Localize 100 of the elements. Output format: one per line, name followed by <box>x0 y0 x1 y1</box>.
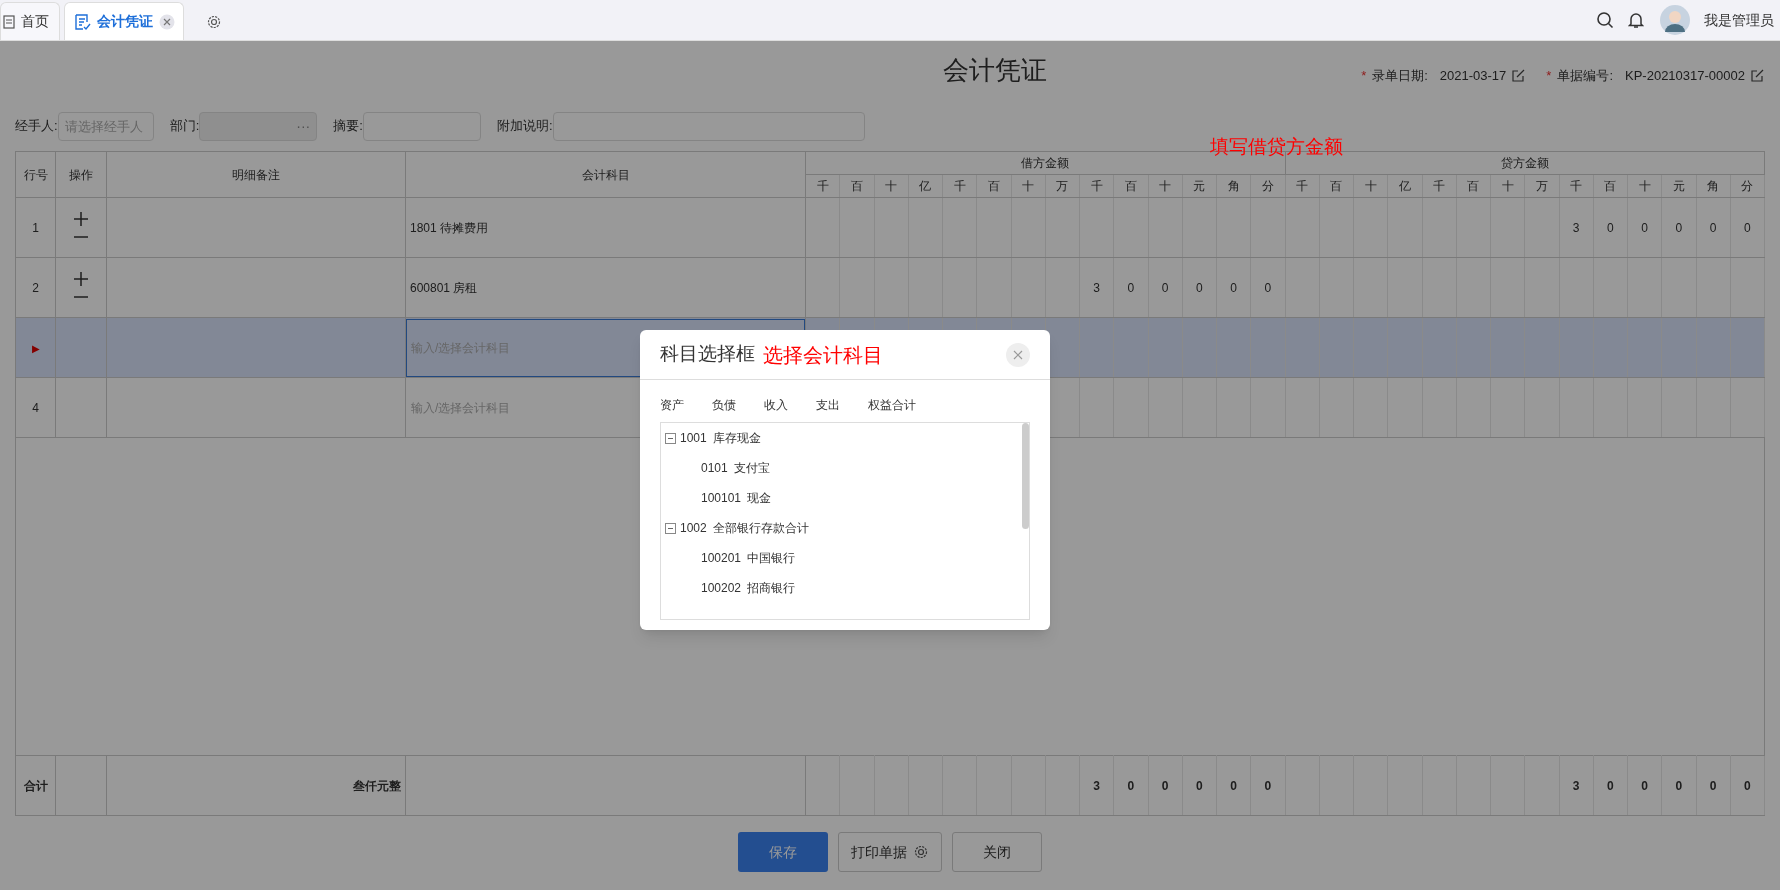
digit: 0 <box>1127 778 1135 793</box>
digit: 3 <box>1093 280 1100 295</box>
dialog-tab[interactable]: 收入 <box>764 396 788 414</box>
column-header: 十 <box>1148 174 1183 198</box>
column-header: 元 <box>1182 174 1217 198</box>
edit-button[interactable] <box>1751 68 1765 83</box>
column-header: 百 <box>839 174 874 198</box>
column-header: 十 <box>1353 174 1388 198</box>
digit: 3 <box>1572 220 1580 235</box>
field-label: 经手人: <box>15 117 58 136</box>
digit: 3 <box>1572 778 1580 793</box>
field-label: 单据编号: <box>1557 67 1613 85</box>
column-header: 万 <box>1524 174 1559 198</box>
avatar-icon <box>1660 5 1690 35</box>
column-header: 千 <box>1079 174 1114 198</box>
column-header: 分 <box>1250 174 1285 198</box>
digit: 0 <box>1641 220 1648 235</box>
edit-icon <box>1512 69 1526 83</box>
edit-button[interactable] <box>1512 68 1527 83</box>
digit: 0 <box>1161 280 1169 295</box>
column-header: 千 <box>1422 174 1457 198</box>
document-check-icon <box>73 12 91 31</box>
settings-icon <box>913 844 929 860</box>
field-label: 附加说明: <box>496 117 553 136</box>
row-number: 4 <box>32 400 39 415</box>
digit: 0 <box>1744 220 1751 235</box>
digit: 0 <box>1127 280 1135 295</box>
settings-icon <box>206 14 222 30</box>
edit-icon <box>1751 69 1764 83</box>
required-mark: * <box>1361 67 1367 85</box>
column-header: 百 <box>1319 174 1354 198</box>
column-header: 元 <box>1661 174 1696 198</box>
row-number: 1 <box>32 220 39 235</box>
column-header: 行号 <box>15 151 56 198</box>
digit: 0 <box>1230 778 1237 793</box>
notification-button[interactable] <box>1628 11 1646 29</box>
dialog-tab[interactable]: 权益合计 <box>868 396 916 414</box>
digit: 0 <box>1607 778 1614 793</box>
column-header: 角 <box>1696 174 1731 198</box>
page-title: 会计凭证 <box>943 54 1047 87</box>
digit: 0 <box>1196 280 1203 295</box>
digit: 0 <box>1744 778 1751 793</box>
column-header: 万 <box>1045 174 1080 198</box>
total-label: 合计 <box>23 778 48 793</box>
close-button[interactable] <box>1006 342 1030 367</box>
column-header: 十 <box>1490 174 1525 198</box>
column-header: 百 <box>1593 174 1628 198</box>
tree-item[interactable]: 100202 招商银行 <box>661 573 1029 603</box>
add-row-button[interactable] <box>74 271 88 286</box>
digit: 0 <box>1230 280 1237 295</box>
minus-icon <box>74 295 88 298</box>
digit: 0 <box>1264 778 1272 793</box>
field-label: 录单日期: <box>1372 67 1428 85</box>
tree-item[interactable]: 100201 中国银行 <box>661 543 1029 573</box>
column-header: 亿 <box>908 174 943 198</box>
field-value: KP-20210317-00002 <box>1625 67 1745 85</box>
row-number: 2 <box>32 280 39 295</box>
add-row-button[interactable] <box>74 211 88 226</box>
column-header: 千 <box>1285 174 1320 198</box>
dialog-tab[interactable]: 资产 <box>660 396 684 414</box>
digit: 0 <box>1264 280 1272 295</box>
dialog-tab[interactable]: 支出 <box>816 396 840 414</box>
digit: 3 <box>1093 778 1100 793</box>
digit: 0 <box>1675 220 1683 235</box>
field-label: 部门: <box>169 117 200 136</box>
tab[interactable]: 首页 <box>0 2 60 40</box>
digit: 0 <box>1675 778 1683 793</box>
plus-icon <box>74 211 88 226</box>
column-header: 十 <box>1627 174 1662 198</box>
digit: 0 <box>1641 778 1648 793</box>
column-header: 明细备注 <box>106 151 406 198</box>
column-header: 百 <box>1456 174 1491 198</box>
column-header: 百 <box>976 174 1011 198</box>
digit: 0 <box>1709 778 1717 793</box>
dialog-tab[interactable]: 负债 <box>712 396 736 414</box>
digit: 0 <box>1161 778 1169 793</box>
bell-icon <box>1628 11 1644 29</box>
search-icon <box>1596 11 1614 29</box>
column-header: 十 <box>874 174 909 198</box>
search-button[interactable] <box>1596 11 1614 29</box>
field-value: 2021-03-17 <box>1439 67 1507 85</box>
document-icon <box>3 14 15 29</box>
column-header: 千 <box>805 174 840 198</box>
table-cell: 1801 待摊费用 <box>410 220 489 235</box>
digit: 0 <box>1709 220 1717 235</box>
field-label: 摘要: <box>333 117 363 136</box>
table-cell: 600801 房租 <box>410 280 478 295</box>
user-menu[interactable]: 我是管理员 <box>1704 9 1774 31</box>
column-header: 亿 <box>1387 174 1422 198</box>
close-icon <box>1013 349 1023 360</box>
plus-icon <box>74 271 88 286</box>
close-button[interactable]: 关闭 <box>952 832 1042 872</box>
print-button[interactable]: 打印单据 <box>838 832 942 872</box>
column-header: 千 <box>942 174 977 198</box>
current-row-marker: ▶ <box>31 342 40 354</box>
tab[interactable]: 会计凭证 <box>64 2 184 40</box>
minus-icon <box>74 235 88 238</box>
tree-item[interactable]: 1002 全部银行存款合计 <box>661 513 1029 543</box>
column-header: 会计科目 <box>405 151 806 198</box>
column-header: 百 <box>1113 174 1148 198</box>
